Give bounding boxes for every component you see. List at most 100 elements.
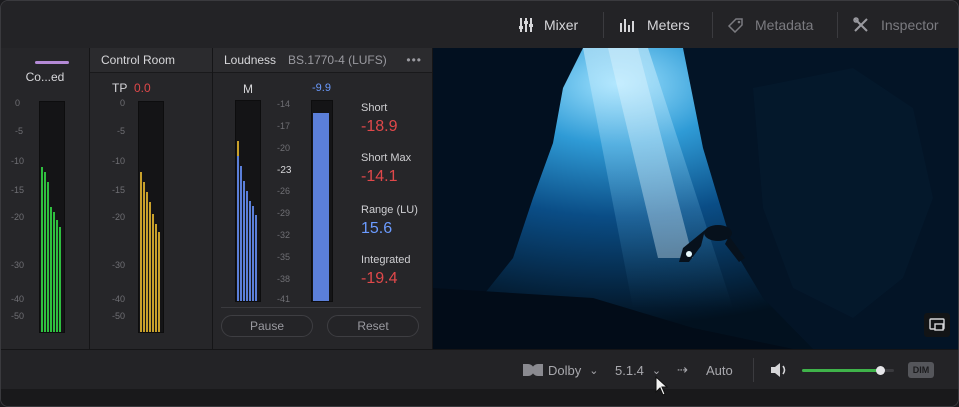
scale-label: -15 [112,185,126,195]
channel-name: Co...ed [25,70,65,84]
scale-label: -38 [277,274,291,284]
scale-label: -50 [112,311,126,321]
bottombar-divider [753,358,754,382]
scale-label: -26 [277,186,291,196]
scale-label: -10 [11,156,25,166]
top-toolbar: Mixer Meters Metadata Inspector [1,1,958,49]
dolby-icon [523,364,543,376]
chevron-down-icon: ⌄ [589,364,599,377]
video-viewer[interactable] [433,48,958,349]
channel-meter-panel: Co...ed 0 -5 -10 -15 -20 -30 -40 -50 [1,48,90,349]
app-window: Mixer Meters Metadata Inspector Co...ed … [0,0,959,407]
metadata-label: Metadata [755,16,814,33]
viewer-frame-image [433,48,958,349]
control-room-panel: Control Room TP 0.0 0 -5 -10 -15 -20 -30… [90,48,213,349]
inspector-label: Inspector [881,16,939,33]
scale-label: -17 [277,121,291,131]
loudness-standard: BS.1770-4 (LUFS) [288,53,387,67]
route-arrow-icon: ⇢ [677,362,688,377]
scale-label: -41 [277,294,291,304]
scale-label: -20 [11,212,25,222]
scale-label: -35 [277,252,291,262]
mixer-label: Mixer [544,16,579,33]
meter-bar [149,202,151,332]
dolby-label: Dolby [548,362,582,378]
scale-label: -10 [112,156,126,166]
auto-label[interactable]: Auto [706,350,733,390]
meter-bar [246,191,248,301]
dolby-selector[interactable]: Dolby ⌄ [522,350,598,390]
meter-bar [41,167,43,332]
meter-bar [155,224,157,332]
meter-bar [50,207,52,332]
loudness-title: Loudness [224,53,277,67]
range-value: 15.6 [361,220,393,237]
scale-label: 0 [120,98,126,108]
more-options-icon[interactable]: ••• [406,53,422,67]
integrated-value: -19.4 [361,270,398,287]
format-label: 5.1.4 [615,362,644,378]
toolbar-divider [837,12,838,38]
bottom-strip [1,389,958,406]
chevron-down-icon: ⌄ [651,364,662,377]
picture-in-picture-icon[interactable] [924,313,950,337]
pause-button[interactable]: Pause [221,315,313,337]
metadata-tab[interactable]: Metadata [727,1,813,48]
meter-bar [56,220,58,332]
scale-label: -32 [277,230,291,240]
mixer-tab[interactable]: Mixer [518,1,578,48]
true-peak-value: 0.0 [134,81,151,95]
toolbar-divider [712,12,713,38]
meter-bar [237,156,239,301]
short-label: Short [361,102,388,114]
meter-bar [240,166,242,301]
meters-icon [620,18,634,32]
inspector-tab[interactable]: Inspector [853,1,939,48]
scale-label: -30 [11,260,25,270]
tag-icon [727,17,743,33]
momentary-value: -9.9 [312,82,331,94]
divider [221,307,421,308]
meter-bar [44,172,46,332]
volume-slider[interactable] [802,366,894,375]
scale-label: -5 [15,126,24,136]
scale-label: -40 [11,294,25,304]
scale-label: -14 [277,99,291,109]
meter-bar [255,215,257,301]
toolbar-divider [603,12,604,38]
range-label: Range (LU) [361,204,418,216]
short-value: -18.9 [361,118,398,135]
tools-icon [853,16,868,32]
channel-meter [39,101,65,333]
scale-label: -5 [117,126,126,136]
meter-bar [146,192,148,332]
target-scale-label: -23 [277,165,292,176]
short-max-value: -14.1 [361,168,398,185]
dim-button[interactable]: DIM [908,362,934,378]
scale-label: -40 [112,294,126,304]
mixer-icon [519,17,533,32]
meter-bar [152,214,154,332]
true-peak-label: TP [112,81,128,95]
reset-button[interactable]: Reset [327,315,419,337]
integrated-label: Integrated [361,254,411,266]
volume-knob[interactable] [876,366,885,375]
loudness-panel: Loudness BS.1770-4 (LUFS) ••• M -9.9 -14… [213,48,433,349]
meter-bar [47,182,49,332]
loudness-header: Loudness BS.1770-4 (LUFS) ••• [213,48,432,73]
scale-label: -29 [277,208,291,218]
scale-label: -30 [112,260,126,270]
meters-label: Meters [647,16,690,33]
scale-label: -50 [11,311,25,321]
control-room-header: Control Room [90,48,212,73]
meters-tab[interactable]: Meters [619,1,690,48]
momentary-label: M [243,82,253,96]
meter-bar [252,206,254,301]
bottom-control-bar: Dolby ⌄ 5.1.4 ⌄ ⇢ Auto DIM [1,349,958,390]
speaker-icon[interactable] [769,360,791,385]
meter-bar [158,232,160,332]
volume-fill [802,369,880,372]
control-room-meter [138,101,164,333]
mouse-cursor-icon [655,376,669,396]
scale-label: 0 [15,98,21,108]
